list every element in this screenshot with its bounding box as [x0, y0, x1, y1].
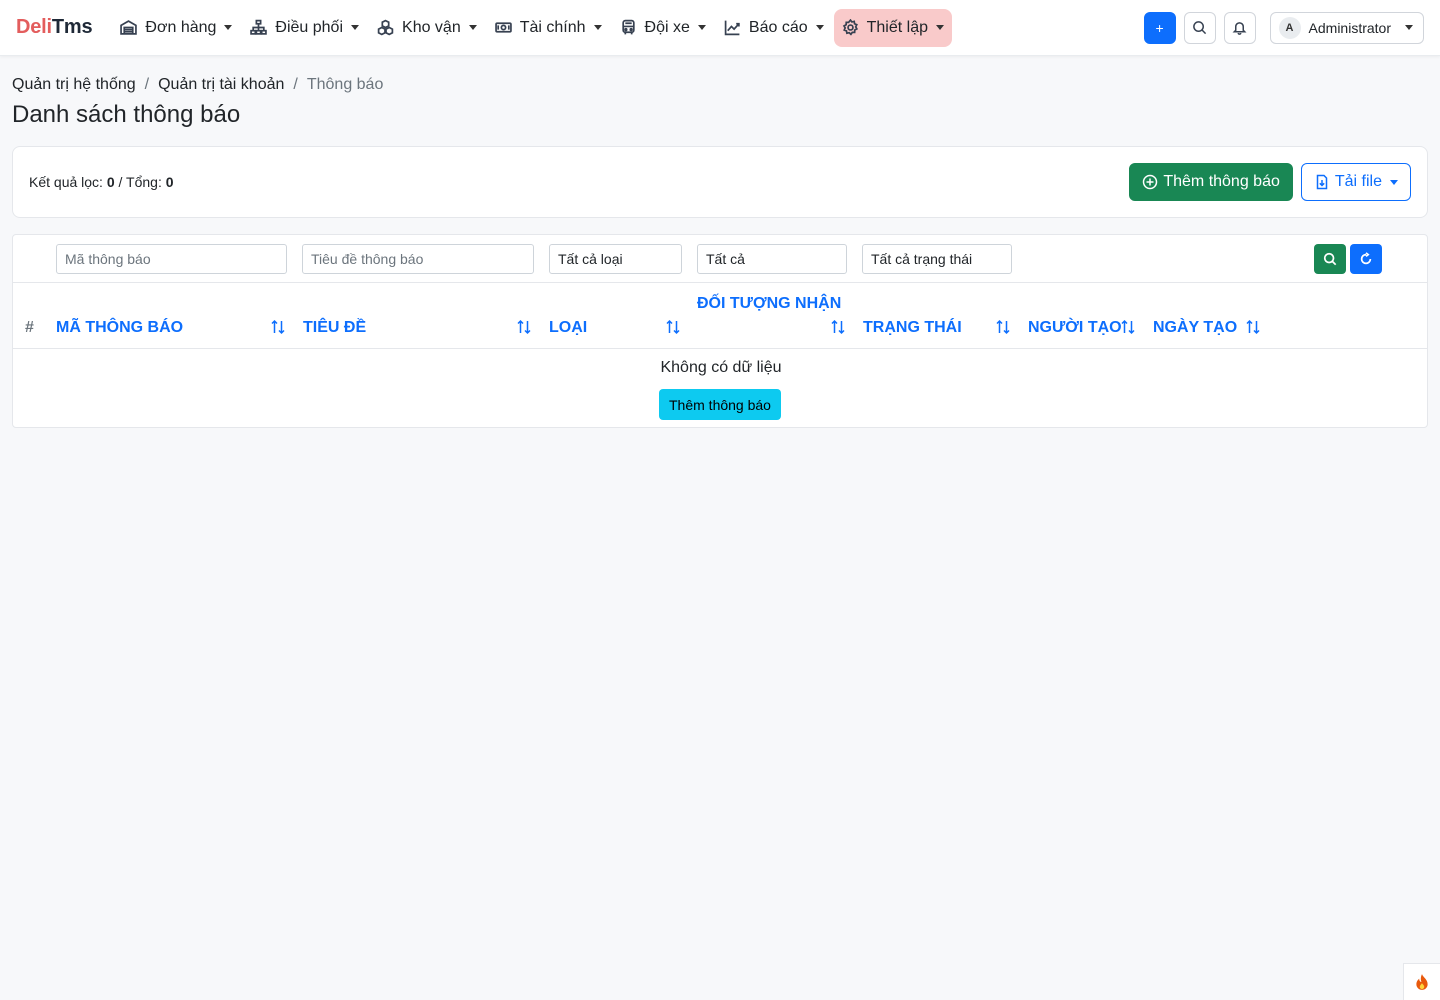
user-name: Administrator	[1308, 19, 1391, 36]
nav-item-fleet[interactable]: Đội xe	[612, 9, 714, 47]
nav-item-settings[interactable]: Thiết lập	[833, 8, 952, 47]
refresh-icon	[1360, 252, 1372, 265]
chevron-down-icon	[697, 25, 706, 30]
table-header: # Mã thông báo Tiêu đề Loại Đối tượng nh…	[13, 283, 1427, 349]
chevron-down-icon	[936, 25, 944, 30]
summary-card: Kết quả lọc: 0 / Tổng: 0 Thêm thông báo …	[12, 146, 1428, 218]
breadcrumb-item-account-admin[interactable]: Quản trị tài khoản	[158, 76, 284, 94]
sort-icon[interactable]	[1120, 319, 1136, 335]
column-header-creator[interactable]: Người tạo	[1028, 319, 1122, 337]
breadcrumb-separator: /	[293, 76, 298, 93]
chevron-down-icon	[224, 25, 233, 30]
breadcrumb-current: Thông báo	[306, 76, 384, 93]
filtered-count: 0	[106, 174, 115, 190]
quick-add-button[interactable]: +	[1143, 11, 1176, 44]
column-header-status[interactable]: Trạng thái	[863, 319, 962, 337]
filtered-label: Kết quả lọc:	[29, 174, 103, 190]
plus-circle-icon	[1143, 174, 1158, 190]
cash-icon	[494, 22, 512, 33]
type-filter-select[interactable]: Tất cả loại	[549, 244, 682, 274]
download-file-label: Tải file	[1334, 173, 1382, 190]
debug-toolbar-toggle[interactable]	[1403, 963, 1440, 1000]
flame-icon	[1416, 974, 1428, 990]
search-icon	[1323, 252, 1337, 266]
top-navbar: DeliTms Đơn hàng Điều phối Kho vận Tài c…	[0, 0, 1440, 56]
notifications-button[interactable]	[1223, 11, 1256, 44]
bus-icon	[621, 19, 635, 35]
status-filter-select[interactable]: Tất cả trạng thái	[862, 244, 1012, 274]
nav-item-logistics[interactable]: Kho vận	[369, 9, 485, 47]
sort-icon[interactable]	[995, 319, 1011, 335]
nav-label: Tài chính	[519, 18, 586, 36]
file-download-icon	[1316, 174, 1328, 190]
nav-item-orders[interactable]: Đơn hàng	[112, 9, 240, 47]
sort-icon[interactable]	[270, 319, 286, 335]
gear-icon	[842, 19, 858, 36]
filter-row: Mã thông báo Tiêu đề thông báo Tất cả lo…	[13, 235, 1427, 283]
summary-actions: Thêm thông báo Tải file	[1129, 163, 1411, 201]
nav-item-dispatch[interactable]: Điều phối	[242, 9, 367, 47]
summary-divider: /	[118, 174, 123, 190]
avatar: A	[1278, 16, 1301, 39]
sort-icon[interactable]	[665, 319, 681, 335]
notifications-table-card: Mã thông báo Tiêu đề thông báo Tất cả lo…	[12, 234, 1428, 428]
user-menu-button[interactable]: A Administrator	[1269, 11, 1424, 44]
nav-label: Báo cáo	[748, 18, 808, 36]
nav-label: Kho vận	[402, 18, 461, 36]
column-header-target[interactable]: Đối tượng nhận	[697, 295, 841, 313]
column-header-index: #	[25, 319, 34, 336]
nav-label: Thiết lập	[866, 18, 928, 36]
nav-label: Điều phối	[275, 18, 344, 36]
add-notification-button[interactable]: Thêm thông báo	[1129, 163, 1293, 201]
breadcrumb-item-system-admin[interactable]: Quản trị hệ thống	[12, 76, 136, 94]
total-count: 0	[165, 174, 174, 190]
chevron-down-icon	[1390, 179, 1398, 185]
global-search-button[interactable]	[1183, 11, 1216, 44]
page-title: Danh sách thông báo	[12, 101, 241, 128]
sort-icon[interactable]	[1245, 319, 1261, 335]
column-header-type[interactable]: Loại	[549, 319, 587, 337]
download-file-button[interactable]: Tải file	[1300, 163, 1411, 201]
title-filter-input[interactable]: Tiêu đề thông báo	[302, 244, 534, 274]
total-label: Tổng:	[126, 174, 162, 190]
plus-icon: +	[1155, 19, 1164, 36]
bell-icon	[1232, 22, 1247, 35]
nav-label: Đơn hàng	[145, 18, 217, 36]
empty-state-message: Không có dữ liệu	[660, 359, 782, 376]
chevron-down-icon	[468, 25, 477, 30]
chevron-down-icon	[1405, 25, 1413, 30]
brand-part-2: Tms	[51, 16, 93, 38]
sitemap-icon	[250, 19, 268, 35]
chevron-down-icon	[593, 25, 602, 30]
column-header-code[interactable]: Mã thông báo	[56, 319, 183, 337]
apply-filter-button[interactable]	[1314, 244, 1346, 274]
chevron-down-icon	[815, 25, 824, 30]
brand-part-1: Deli	[16, 16, 52, 38]
chart-line-icon	[724, 20, 740, 36]
warehouse-icon	[120, 20, 138, 35]
sort-icon[interactable]	[516, 319, 532, 335]
chevron-down-icon	[351, 25, 360, 30]
search-icon	[1193, 21, 1207, 35]
boxes-icon	[377, 19, 394, 36]
reset-filter-button[interactable]	[1350, 244, 1382, 274]
add-notification-label: Thêm thông báo	[1163, 173, 1280, 190]
nav-label: Đội xe	[644, 18, 690, 36]
result-summary: Kết quả lọc: 0 / Tổng: 0	[29, 174, 174, 190]
sort-icon[interactable]	[830, 319, 846, 335]
code-filter-input[interactable]: Mã thông báo	[56, 244, 287, 274]
brand-logo[interactable]: DeliTms	[16, 16, 93, 39]
column-header-title[interactable]: Tiêu đề	[303, 319, 366, 337]
column-header-created-at[interactable]: Ngày tạo	[1153, 319, 1237, 337]
nav-item-reports[interactable]: Báo cáo	[716, 9, 832, 47]
header-actions: + A Administrator	[1143, 11, 1424, 44]
breadcrumb-separator: /	[144, 76, 150, 93]
empty-state-add-button[interactable]: Thêm thông báo	[659, 389, 781, 420]
main-menu: Đơn hàng Điều phối Kho vận Tài chính Đội…	[112, 0, 954, 56]
target-filter-select[interactable]: Tất cả	[697, 244, 847, 274]
nav-item-finance[interactable]: Tài chính	[487, 9, 610, 47]
breadcrumb: Quản trị hệ thống / Quản trị tài khoản /…	[12, 76, 383, 94]
